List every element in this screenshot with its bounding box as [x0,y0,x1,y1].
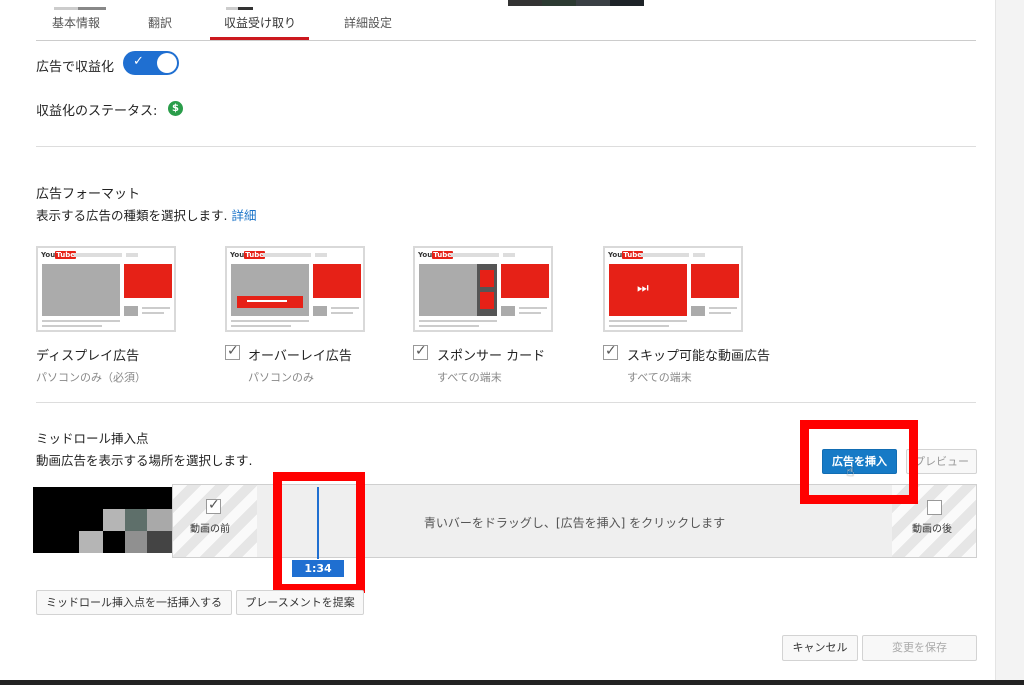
divider [36,402,976,403]
scrollbar-track[interactable] [995,0,1024,685]
sponsor-card-checkbox[interactable]: ✓ [413,343,428,360]
skip-icon: ⏭ [637,281,649,296]
monetize-toggle[interactable]: ✓ [123,51,179,75]
insert-ad-button[interactable]: 広告を挿入 [822,449,897,474]
save-changes-button[interactable]: 変更を保存 [862,635,977,661]
display-ad-label: ディスプレイ広告 [36,349,140,364]
midroll-title: ミッドロール挿入点 [36,431,149,446]
monetize-label: 広告で収益化 [36,60,115,75]
overlay-ad-sub: パソコンのみ [248,371,314,384]
active-tab-underline [210,37,309,40]
video-preview [33,487,173,553]
suggest-placement-button[interactable]: プレースメントを提案 [236,590,364,615]
hand-cursor-icon: ☝ [846,464,855,480]
before-video-label: 動画の前 [190,524,230,535]
ad-format-description-text: 表示する広告の種類を選択します. [36,208,228,223]
window-bottom-edge [0,680,1024,685]
tab-advanced-settings[interactable]: 詳細設定 [344,14,392,31]
check-icon: ✓ [227,343,239,359]
details-link[interactable]: 詳細 [231,208,256,223]
tab-marker [238,7,253,10]
display-ad-sub: パソコンのみ（必須） [36,371,146,384]
youtube-logo: YouTube [608,251,643,259]
skippable-ad-label: スキップ可能な動画広告 [627,349,771,364]
youtube-logo: YouTube [230,251,265,259]
after-video-label: 動画の後 [912,524,952,535]
overlay-ad-preview: YouTube [225,246,365,332]
tab-marker [226,7,238,10]
divider [36,146,976,147]
check-icon: ✓ [133,54,144,69]
dollar-status-icon: $ [168,101,183,116]
before-video-checkbox[interactable]: ✓ [206,497,221,514]
display-ad-preview: YouTube [36,246,176,332]
tab-marker [78,7,106,10]
tab-translation[interactable]: 翻訳 [148,14,172,31]
skippable-ad-preview: YouTube ⏭ [603,246,743,332]
highlight-frame [273,472,365,593]
ad-format-description: 表示する広告の種類を選択します. 詳細 [36,205,256,224]
toggle-knob [157,53,177,73]
check-icon: ✓ [415,343,427,359]
monetization-status-label: 収益化のステータス: [36,104,158,119]
tab-monetization[interactable]: 収益受け取り [224,14,296,31]
skippable-ad-sub: すべての端末 [627,371,692,384]
tab-marker [54,7,78,10]
check-icon: ✓ [605,343,617,359]
sponsor-card-label: スポンサー カード [437,349,546,364]
sponsor-card-sub: すべての端末 [437,371,502,384]
check-icon: ✓ [208,497,220,513]
midroll-description: 動画広告を表示する場所を選択します. [36,453,253,468]
monetization-page: 基本情報 翻訳 収益受け取り 詳細設定 広告で収益化 ✓ 収益化のステータス: … [0,0,1024,685]
youtube-logo: YouTube [41,251,76,259]
tab-bar: 基本情報 翻訳 収益受け取り 詳細設定 [36,0,976,41]
skippable-ad-checkbox[interactable]: ✓ [603,343,618,360]
bulk-insert-midroll-button[interactable]: ミッドロール挿入点を一括挿入する [36,590,232,615]
cancel-button[interactable]: キャンセル [782,635,858,661]
overlay-ad-label: オーバーレイ広告 [248,349,352,364]
overlay-ad-checkbox[interactable]: ✓ [225,343,240,360]
tab-basic-info[interactable]: 基本情報 [52,14,100,31]
youtube-logo: YouTube [418,251,453,259]
sponsor-card-preview: YouTube [413,246,553,332]
after-video-checkbox[interactable] [927,500,942,515]
ad-format-title: 広告フォーマット [36,187,141,202]
